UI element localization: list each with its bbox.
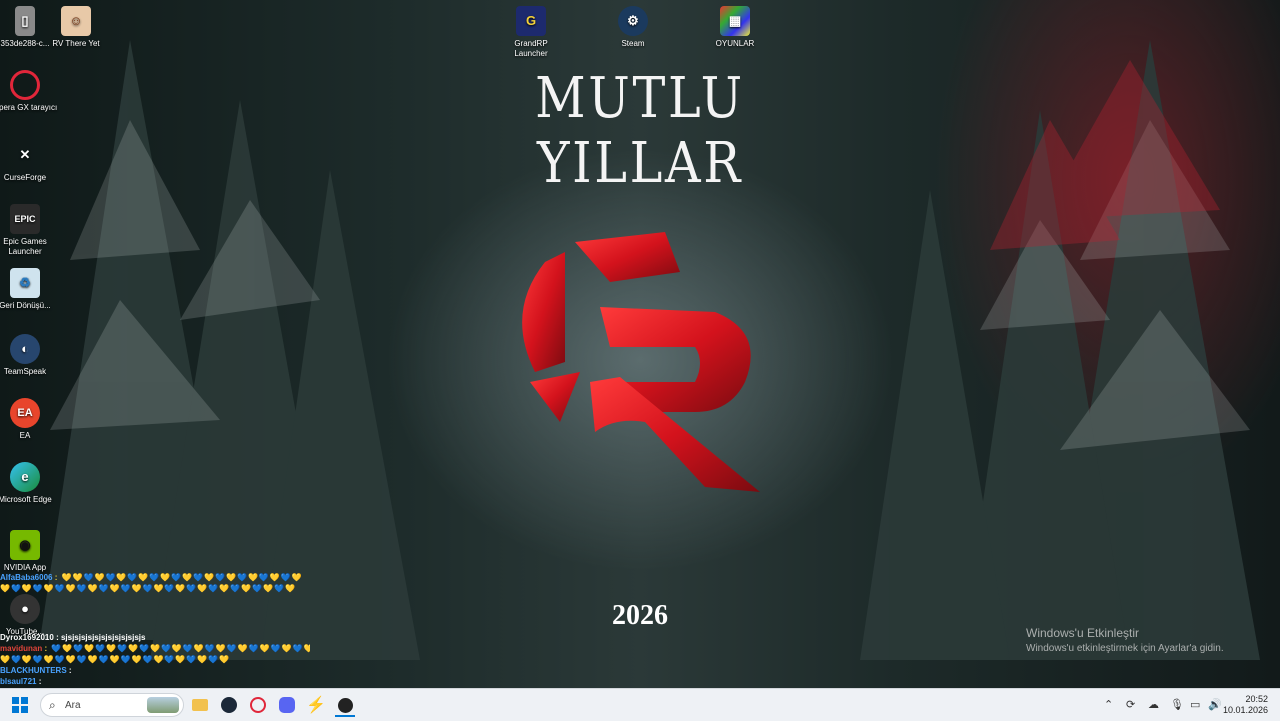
desktop-icon-edge[interactable]: e Microsoft Edge [0, 462, 58, 505]
nvidia-icon: ◉ [10, 530, 40, 560]
teamspeak-icon: ◐ [10, 334, 40, 364]
grandrp-icon: G [516, 6, 546, 36]
taskbar-steam[interactable] [219, 695, 239, 715]
display-icon[interactable]: ▭ [1190, 698, 1200, 711]
edge-icon: e [10, 462, 40, 492]
steam-icon [221, 697, 237, 713]
desktop-icon-opera-gx[interactable]: Opera GX tarayıcı [0, 70, 58, 113]
game-icon: ☺ [61, 6, 91, 36]
chat-message: 💛💙💛💙💛💙💛💙💛💙💛💙💛💙💛💙💛💙💛💙💛 [0, 655, 231, 664]
ea-icon: EA [10, 398, 40, 428]
chat-message: AlfaBaba6006 : 💛💛💙💛💙💛💙💛💙💛💙💛💙💛💙💛💙💛💙💛💙💛 [0, 573, 303, 582]
taskbar-file-explorer[interactable] [190, 695, 210, 715]
microphone-icon[interactable]: 🎙 [1170, 698, 1184, 711]
curseforge-icon: ✕ [19, 147, 31, 162]
stream-chat-overlay: AlfaBaba6006 : 💛💛💙💛💙💛💙💛💙💛💙💛💙💛💙💛💙💛💙💛💙💛 💛💙… [0, 572, 310, 687]
desktop-icon-curseforge[interactable]: ✕ CurseForge [0, 140, 58, 183]
desktop-icon-epic-games[interactable]: EPIC Epic Games Launcher [0, 204, 58, 257]
discord-icon [279, 697, 295, 713]
desktop-icon-grandrp-launcher[interactable]: G GrandRP Launcher [498, 6, 564, 59]
recycle-bin-icon: ♻ [10, 268, 40, 298]
start-button[interactable] [10, 695, 30, 715]
chat-message: 💛💙💛💙💛💙💛💙💛💙💛💙💛💙💛💙💛💙💛💙💛💙💛💙💛💙💛 [0, 584, 296, 593]
chat-message: Dyrox1692010 : sjsjsjsjsjsjsjsjsjsjsjsjs [0, 633, 146, 642]
desktop-icon-oyunlar[interactable]: ▦ OYUNLAR [702, 6, 768, 49]
search-icon: ⌕ [49, 698, 56, 712]
opera-gx-icon [250, 697, 266, 713]
start-icon [12, 697, 28, 713]
search-highlight-image [147, 697, 179, 713]
file-icon: ▯ [15, 6, 35, 36]
opera-gx-icon [10, 70, 40, 100]
taskbar-bolt-app[interactable]: ⚡ [306, 695, 326, 715]
desktop-icon-steam[interactable]: ⚙ Steam [600, 6, 666, 49]
cloud-icon[interactable]: ☁ [1148, 698, 1159, 711]
desktop-icon-ea[interactable]: EA EA [0, 398, 58, 441]
desktop-icon-recycle-bin[interactable]: ♻ Geri Dönüşü... [0, 268, 58, 311]
taskbar: ⌕ Ara ⚡ ⌃ ⟳ ☁ 🎙 ▭ 🔊 20:52 10.01.2026 [0, 688, 1280, 721]
taskbar-clock[interactable]: 20:52 10.01.2026 [1223, 694, 1268, 716]
volume-icon[interactable]: 🔊 [1208, 698, 1222, 711]
obs-icon [337, 697, 353, 713]
desktop-icon-nvidia[interactable]: ◉ NVIDIA App [0, 530, 58, 573]
taskbar-search[interactable]: ⌕ Ara [40, 693, 184, 717]
desktop-icon-teamspeak[interactable]: ◐ TeamSpeak [0, 334, 58, 377]
file-explorer-icon [192, 699, 208, 711]
grandrp-logo [522, 232, 760, 492]
wallpaper-year: 2026 [612, 600, 668, 631]
epic-games-icon: EPIC [10, 204, 40, 234]
chevron-up-icon[interactable]: ⌃ [1104, 698, 1113, 711]
desktop-icon-rv-there-yet[interactable]: ☺ RV There Yet [43, 6, 109, 49]
search-placeholder: Ara [65, 700, 81, 711]
app-bolt-icon: ⚡ [306, 697, 326, 714]
taskbar-opera-gx[interactable] [248, 695, 268, 715]
taskbar-discord[interactable] [277, 695, 297, 715]
sync-icon[interactable]: ⟳ [1126, 698, 1135, 711]
folder-games-icon: ▦ [720, 6, 750, 36]
steam-icon: ⚙ [618, 6, 648, 36]
chat-message: mavidunan : 💙💛💙💛💙💛💙💛💙💛💙💛💙💛💙💛💙💛💙💛💙💛💙💛💙 [0, 644, 310, 653]
taskbar-obs[interactable] [335, 695, 355, 717]
chat-message: BLACKHUNTERS : [0, 666, 72, 675]
windows-activation-watermark: Windows'u Etkinleştir Windows'u etkinleş… [1026, 626, 1224, 654]
chat-message: blsaul721 : [0, 677, 42, 686]
wallpaper-title: MUTLU YILLAR [535, 66, 745, 196]
